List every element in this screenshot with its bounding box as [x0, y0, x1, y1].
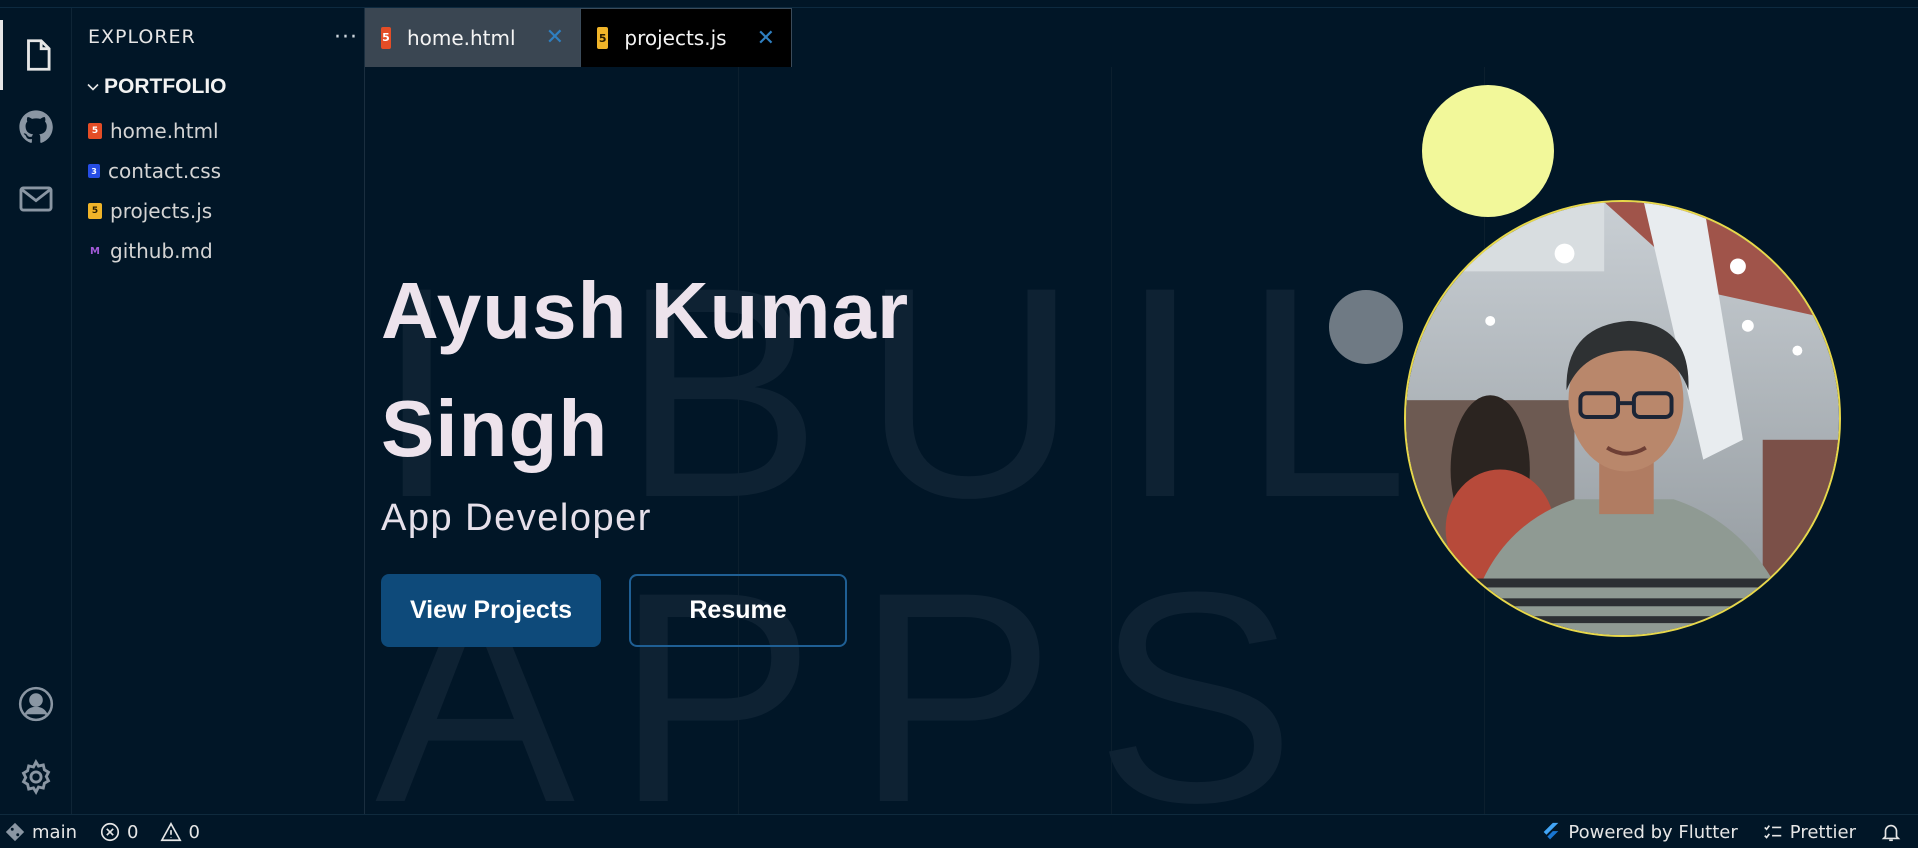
warnings-count: 0 [188, 821, 200, 843]
bell-icon [1881, 824, 1901, 842]
flutter-indicator[interactable]: Powered by Flutter [1540, 821, 1738, 843]
notifications-button[interactable] [1880, 821, 1902, 843]
hero-section: I BUILD APPS Ayush Kumar Singh App Devel… [365, 67, 1918, 814]
more-actions-button[interactable]: ··· [334, 25, 358, 50]
file-item-contact-css[interactable]: 3 contact.css [88, 151, 221, 191]
folder-label: PORTFOLIO [104, 75, 227, 98]
resume-button[interactable]: Resume [629, 574, 847, 647]
profile-photo [1404, 200, 1841, 637]
account-activity-button[interactable] [0, 669, 72, 739]
settings-activity-button[interactable] [0, 742, 72, 812]
explorer-panel: EXPLORER ··· PORTFOLIO 5 home.html 3 con… [72, 8, 365, 814]
file-item-home-html[interactable]: 5 home.html [88, 111, 221, 151]
check-list-icon [1763, 825, 1782, 839]
html-file-icon: 5 [88, 123, 102, 139]
account-icon [18, 686, 54, 722]
activity-bar [0, 8, 72, 814]
js-file-icon: 5 [88, 203, 102, 219]
branch-indicator[interactable]: main [4, 821, 77, 843]
git-branch-icon [5, 822, 25, 842]
folder-portfolio[interactable]: PORTFOLIO [86, 75, 227, 99]
file-label: github.md [110, 239, 213, 263]
profile-photo-image [1406, 202, 1839, 635]
explorer-header: EXPLORER ··· [88, 22, 358, 52]
mail-activity-button[interactable] [0, 164, 72, 234]
close-icon[interactable]: ✕ [757, 26, 775, 51]
tab-home-html[interactable]: 5 home.html ✕ [365, 8, 580, 67]
mail-icon [19, 186, 53, 212]
close-icon[interactable]: ✕ [546, 25, 564, 50]
error-icon [100, 822, 120, 842]
flutter-label: Powered by Flutter [1568, 821, 1738, 843]
status-bar-left: main 0 0 [4, 815, 200, 848]
name-line-2: Singh [381, 384, 609, 473]
gear-icon [21, 759, 51, 795]
tab-projects-js[interactable]: 5 projects.js ✕ [580, 8, 792, 67]
explorer-title: EXPLORER [88, 26, 196, 48]
prettier-label: Prettier [1789, 821, 1856, 843]
file-label: projects.js [110, 199, 213, 223]
tab-label: projects.js [624, 26, 727, 50]
hero-role: App Developer [381, 497, 652, 539]
html-file-icon: 5 [381, 26, 391, 49]
decorative-yellow-circle [1422, 85, 1554, 217]
markdown-file-icon: M [90, 245, 100, 257]
view-projects-button[interactable]: View Projects [381, 574, 601, 647]
file-icon [26, 39, 51, 71]
flutter-icon [1544, 822, 1559, 840]
errors-count: 0 [126, 821, 139, 843]
file-label: contact.css [108, 159, 222, 183]
github-activity-button[interactable] [0, 92, 72, 162]
tab-label: home.html [406, 25, 516, 50]
css-file-icon: 3 [88, 164, 100, 178]
warning-icon [160, 822, 183, 842]
errors-indicator[interactable]: 0 [99, 821, 138, 843]
branch-name: main [32, 821, 77, 843]
file-list: 5 home.html 3 contact.css 5 projects.js … [88, 111, 221, 271]
github-icon [19, 110, 53, 143]
decorative-grey-circle [1329, 290, 1403, 364]
window-top-border [0, 0, 1918, 8]
prettier-indicator[interactable]: Prettier [1762, 821, 1856, 843]
status-bar: main 0 0 Powered by Flutter Prettier [0, 814, 1918, 848]
editor-tab-bar: 5 home.html ✕ 5 projects.js ✕ [365, 8, 1918, 67]
hero-name: Ayush Kumar Singh [381, 252, 909, 488]
name-line-1: Ayush Kumar [381, 266, 910, 355]
file-item-github-md[interactable]: M github.md [88, 231, 221, 271]
js-file-icon: 5 [597, 27, 609, 49]
explorer-activity-button[interactable] [0, 20, 72, 90]
file-label: home.html [110, 119, 219, 143]
status-bar-right: Powered by Flutter Prettier [1540, 815, 1902, 848]
warnings-indicator[interactable]: 0 [160, 821, 200, 843]
file-item-projects-js[interactable]: 5 projects.js [88, 191, 221, 231]
chevron-down-icon [87, 83, 99, 91]
